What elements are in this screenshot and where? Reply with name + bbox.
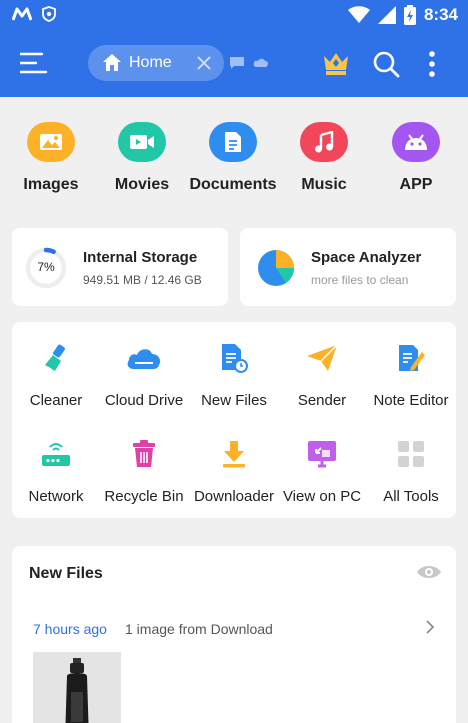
category-label: Music <box>301 176 347 193</box>
message-icon[interactable] <box>229 56 245 70</box>
signal-icon <box>377 6 396 24</box>
home-tab-label: Home <box>129 54 172 71</box>
tool-label: All Tools <box>383 488 439 505</box>
category-label: APP <box>399 176 433 193</box>
storage-usage-ring: 7% <box>24 246 68 290</box>
top-bar: 8:34 Home <box>0 0 468 97</box>
tool-label: Note Editor <box>373 392 449 409</box>
chevron-right-icon[interactable] <box>426 620 434 634</box>
category-row: Images Movies Documents Music APP <box>0 122 468 202</box>
space-analyzer-title: Space Analyzer <box>311 249 422 266</box>
cloud-drive-icon <box>98 342 190 374</box>
cleaner-brush-icon <box>10 342 102 374</box>
menu-icon[interactable] <box>20 52 48 74</box>
space-analyzer-card[interactable]: Space Analyzer more files to clean <box>240 228 456 306</box>
tool-network[interactable]: Network <box>10 438 102 505</box>
tool-cloud-drive[interactable]: Cloud Drive <box>98 342 190 409</box>
music-icon <box>300 122 348 162</box>
home-icon <box>103 54 121 71</box>
tool-recycle-bin[interactable]: Recycle Bin <box>98 438 190 505</box>
category-label: Movies <box>114 176 170 193</box>
m-logo-icon <box>12 7 32 21</box>
tool-sender[interactable]: Sender <box>276 342 368 409</box>
tool-note-editor[interactable]: Note Editor <box>365 342 457 409</box>
category-app[interactable]: APP <box>371 122 461 194</box>
space-analyzer-subtitle: more files to clean <box>311 273 409 287</box>
note-editor-icon <box>365 342 457 374</box>
all-tools-grid-icon <box>365 438 457 470</box>
category-movies[interactable]: Movies <box>97 122 187 194</box>
internal-storage-card[interactable]: 7% Internal Storage 949.51 MB / 12.46 GB <box>12 228 228 306</box>
tools-grid: Cleaner Cloud Drive New Files Sender Not… <box>12 322 456 518</box>
tool-label: Cleaner <box>29 392 83 409</box>
recycle-bin-icon <box>98 438 190 470</box>
app-icon <box>392 122 440 162</box>
search-icon[interactable] <box>372 50 400 78</box>
wifi-icon <box>347 6 370 23</box>
shield-icon <box>42 6 56 22</box>
movies-icon <box>118 122 166 162</box>
view-on-pc-icon <box>276 438 368 470</box>
battery-icon <box>403 5 416 25</box>
cloud-icon[interactable] <box>253 56 269 68</box>
new-files-icon <box>188 342 280 374</box>
home-tab[interactable]: Home <box>88 45 224 81</box>
category-label: Documents <box>189 176 277 193</box>
tool-downloader[interactable]: Downloader <box>188 438 280 505</box>
status-bar: 8:34 <box>0 0 468 32</box>
category-documents[interactable]: Documents <box>188 122 278 194</box>
tool-cleaner[interactable]: Cleaner <box>10 342 102 409</box>
tool-label: New Files <box>201 392 267 409</box>
tool-label: Recycle Bin <box>104 488 184 505</box>
tool-view-on-pc[interactable]: View on PC <box>276 438 368 505</box>
tool-label: View on PC <box>282 488 362 505</box>
close-tab-icon[interactable] <box>196 55 212 71</box>
new-file-thumbnail[interactable] <box>33 652 121 723</box>
tool-label: Downloader <box>193 488 275 505</box>
network-router-icon <box>10 438 102 470</box>
images-icon <box>27 122 75 162</box>
new-files-heading: New Files <box>29 565 103 582</box>
category-images[interactable]: Images <box>6 122 96 194</box>
storage-usage-text: 949.51 MB / 12.46 GB <box>83 273 202 287</box>
premium-crown-icon[interactable] <box>322 50 350 76</box>
tool-new-files[interactable]: New Files <box>188 342 280 409</box>
new-files-card: New Files 7 hours ago 1 image from Downl… <box>12 546 456 723</box>
new-files-time[interactable]: 7 hours ago <box>33 621 107 637</box>
downloader-icon <box>188 438 280 470</box>
app-bar: Home <box>0 38 468 90</box>
eye-icon[interactable] <box>416 564 442 580</box>
tool-label: Sender <box>297 392 347 409</box>
tool-label: Network <box>28 488 84 505</box>
storage-title: Internal Storage <box>83 249 198 266</box>
status-time: 8:34 <box>423 5 458 24</box>
new-files-description[interactable]: 1 image from Download <box>125 621 273 637</box>
tool-label: Cloud Drive <box>104 392 184 409</box>
space-analyzer-pie-icon <box>258 250 295 286</box>
category-label: Images <box>23 176 79 193</box>
more-options-icon[interactable] <box>428 50 436 78</box>
sender-icon <box>276 342 368 374</box>
documents-icon <box>209 122 257 162</box>
tool-all-tools[interactable]: All Tools <box>365 438 457 505</box>
storage-percent: 7% <box>37 260 55 274</box>
category-music[interactable]: Music <box>279 122 369 194</box>
